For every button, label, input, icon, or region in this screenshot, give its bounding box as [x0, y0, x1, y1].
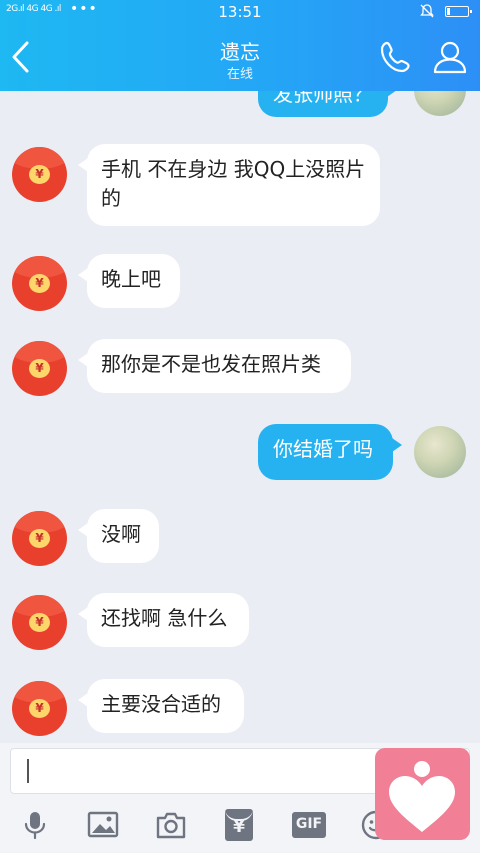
contact-avatar[interactable]: ¥	[12, 256, 67, 311]
microphone-icon[interactable]	[19, 809, 51, 841]
message-text: 你结婚了吗	[273, 437, 373, 461]
contact-avatar[interactable]: ¥	[12, 147, 67, 202]
contact-avatar[interactable]: ¥	[12, 595, 67, 650]
message-bubble-incoming[interactable]: 那你是不是也发在照片类	[78, 339, 351, 393]
message-text: 还找啊 急什么	[101, 606, 228, 630]
message-bubble-incoming[interactable]: 还找啊 急什么	[78, 593, 249, 647]
chat-header: 2G.ıl 4G 4G .ıl ••• 13:51 遗忘 在线	[0, 0, 480, 91]
my-avatar[interactable]	[414, 426, 466, 478]
image-icon[interactable]	[87, 809, 119, 841]
profile-icon[interactable]	[432, 39, 468, 75]
contact-avatar[interactable]: ¥	[12, 341, 67, 396]
message-bubble-incoming[interactable]: 主要没合适的	[78, 679, 244, 733]
status-bar: 2G.ıl 4G 4G .ıl ••• 13:51	[0, 0, 480, 24]
phone-call-icon[interactable]	[378, 39, 414, 75]
camera-icon[interactable]	[155, 809, 187, 841]
text-caret	[27, 759, 29, 783]
battery-icon	[445, 6, 472, 17]
message-text: 发张帅照？	[273, 91, 373, 106]
floating-app-badge[interactable]	[375, 748, 470, 840]
message-list[interactable]: 发张帅照？ ¥ 手机 不在身边 我QQ上没照片的 ¥ 晚上吧 ¥ 那你是不是也发…	[0, 91, 480, 743]
message-text: 手机 不在身边 我QQ上没照片的	[101, 157, 366, 210]
message-text: 那你是不是也发在照片类	[101, 352, 321, 376]
message-bubble-incoming[interactable]: 手机 不在身边 我QQ上没照片的	[78, 144, 380, 226]
contact-avatar[interactable]: ¥	[12, 511, 67, 566]
status-time: 13:51	[218, 3, 262, 21]
red-packet-icon[interactable]: ¥	[225, 809, 253, 841]
message-text: 没啊	[101, 522, 141, 546]
heart-person-icon	[389, 761, 455, 832]
mute-bell-icon	[420, 4, 434, 18]
message-bubble-incoming[interactable]: 没啊	[78, 509, 159, 563]
message-bubble-outgoing[interactable]: 你结婚了吗	[258, 424, 402, 480]
message-bubble-outgoing[interactable]: 发张帅照？	[258, 91, 397, 117]
gif-icon[interactable]: GIF	[292, 812, 326, 838]
message-text: 晚上吧	[101, 267, 161, 291]
message-bubble-incoming[interactable]: 晚上吧	[78, 254, 180, 308]
my-avatar[interactable]	[414, 91, 466, 116]
message-text: 主要没合适的	[101, 692, 221, 716]
contact-avatar[interactable]: ¥	[12, 681, 67, 736]
